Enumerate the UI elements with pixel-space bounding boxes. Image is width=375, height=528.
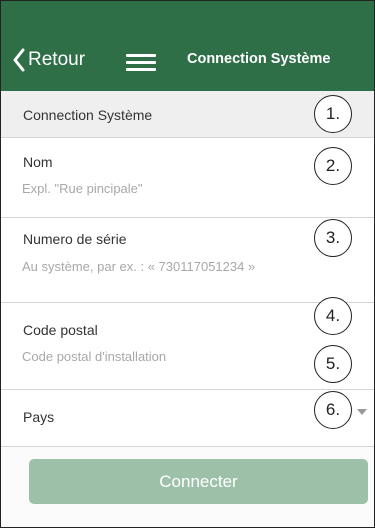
callout-5: 5. <box>314 345 352 383</box>
app-header: Retour Connection Système <box>0 0 375 91</box>
caret-down-icon[interactable] <box>357 409 367 415</box>
callout-1: 1. <box>314 95 352 133</box>
postal-label: Code postal <box>23 322 98 338</box>
country-label: Pays <box>23 409 55 425</box>
callout-2: 2. <box>314 147 352 185</box>
connect-button[interactable]: Connecter <box>29 459 368 504</box>
name-input[interactable] <box>22 178 322 198</box>
chevron-left-icon <box>12 48 26 72</box>
name-label: Nom <box>23 154 53 170</box>
serial-label: Numero de série <box>23 231 127 247</box>
back-label: Retour <box>28 49 86 70</box>
serial-input[interactable] <box>22 256 322 276</box>
section-title: Connection Système <box>23 107 153 123</box>
callout-4: 4. <box>314 297 352 335</box>
postal-input[interactable] <box>22 346 322 366</box>
callout-3: 3. <box>314 219 352 257</box>
hamburger-menu-icon[interactable] <box>126 52 156 72</box>
back-button[interactable]: Retour <box>12 44 85 76</box>
callout-6: 6. <box>314 391 352 429</box>
page-title: Connection Système <box>187 51 331 67</box>
